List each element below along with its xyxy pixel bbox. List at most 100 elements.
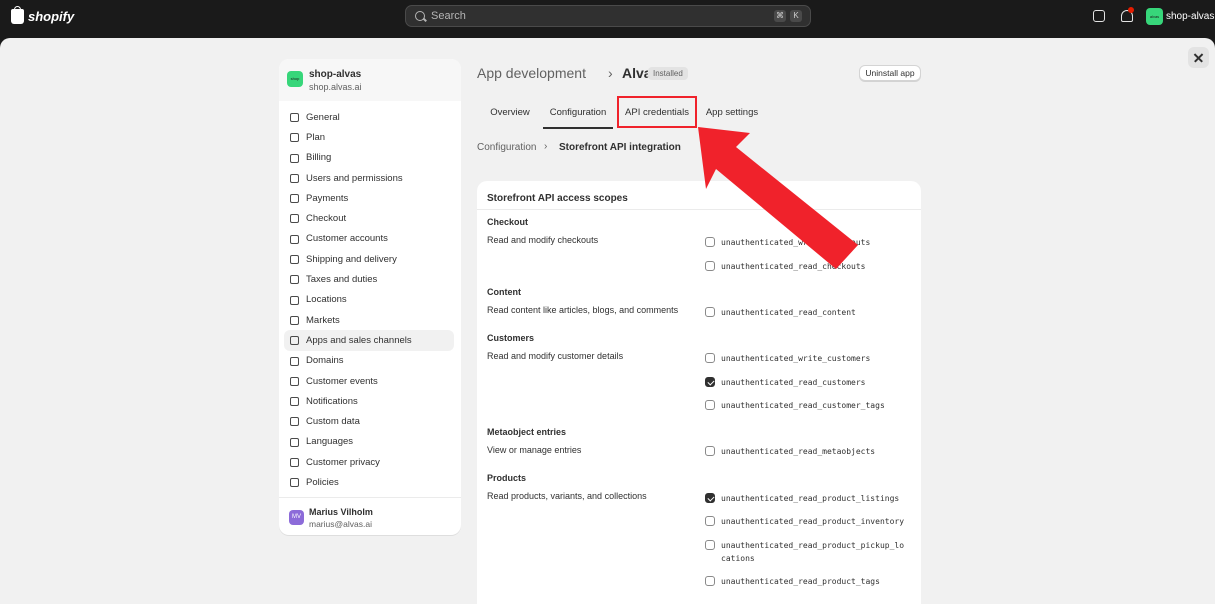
- sidebar-item-plan[interactable]: Plan: [284, 127, 454, 147]
- search-bar[interactable]: Search ⌘ K: [405, 5, 811, 27]
- apps-icon: [290, 336, 299, 346]
- gear-icon: [290, 113, 299, 122]
- section-title-checkout: Checkout: [487, 217, 529, 227]
- shop-domain: shop.alvas.ai: [309, 82, 362, 92]
- checkbox[interactable]: [705, 540, 715, 550]
- notification-badge: [1128, 7, 1134, 13]
- checkbox-checked[interactable]: [705, 493, 715, 503]
- checkbox[interactable]: [705, 516, 715, 526]
- checkbox[interactable]: [705, 307, 715, 317]
- sidebar-item-custom-data[interactable]: Custom data: [284, 411, 454, 431]
- sidebar-item-taxes[interactable]: Taxes and duties: [284, 269, 454, 289]
- sidebar-item-domains[interactable]: Domains: [284, 351, 454, 371]
- sidebar-item-shipping[interactable]: Shipping and delivery: [284, 249, 454, 269]
- sidebar-item-policies[interactable]: Policies: [284, 472, 454, 492]
- sidebar-item-locations[interactable]: Locations: [284, 290, 454, 310]
- scope-checkbox-row[interactable]: unauthenticated_read_customers: [705, 376, 911, 389]
- breadcrumb-separator: ›: [608, 65, 613, 81]
- sidebar-item-label: Billing: [306, 152, 332, 164]
- section-desc-metaobjects: View or manage entries: [487, 445, 582, 455]
- breadcrumb-app-development[interactable]: App development: [477, 65, 586, 81]
- store-name[interactable]: shop-alvas: [1166, 11, 1214, 22]
- scope-checkbox-row[interactable]: unauthenticated_read_product_listings: [705, 492, 911, 505]
- sidebar-item-label: Markets: [306, 314, 340, 326]
- shop-avatar: shop: [287, 71, 303, 87]
- bell-icon: [290, 397, 299, 407]
- scope-checkbox-row[interactable]: unauthenticated_read_product_tags: [705, 575, 911, 588]
- sidebar-item-users[interactable]: Users and permissions: [284, 168, 454, 188]
- sidebar-item-customer-events[interactable]: Customer events: [284, 371, 454, 391]
- breadcrumb-separator: ›: [544, 141, 548, 152]
- avatar: MV: [289, 510, 304, 525]
- shopify-logo[interactable]: shopify: [11, 6, 74, 25]
- shop-name: shop-alvas: [309, 69, 362, 80]
- scope-checkbox-row[interactable]: unauthenticated_write_customers: [705, 352, 911, 365]
- user-card[interactable]: MV Marius Vilholm marius@alvas.ai: [279, 497, 461, 535]
- section-desc-customers: Read and modify customer details: [487, 351, 624, 361]
- store-avatar[interactable]: alvas: [1146, 8, 1163, 25]
- sidebar-item-general[interactable]: General: [284, 107, 454, 127]
- sidebar-item-label: Notifications: [306, 395, 358, 407]
- shopping-bag-icon: [11, 6, 24, 24]
- scope-checkbox-row[interactable]: unauthenticated_read_product_inventory: [705, 515, 911, 528]
- breadcrumb-current: Storefront API integration: [559, 142, 681, 153]
- sidebar-item-label: Policies: [306, 476, 339, 488]
- sidebar-item-label: Plan: [306, 131, 326, 143]
- search-placeholder: Search: [431, 10, 466, 22]
- section-title-metaobjects: Metaobject entries: [487, 427, 567, 437]
- sidebar-item-label: General: [306, 111, 340, 123]
- checkbox[interactable]: [705, 446, 715, 456]
- status-badge: Installed: [648, 67, 688, 80]
- breadcrumb-configuration[interactable]: Configuration: [477, 142, 536, 153]
- sidebar-item-label: Payments: [306, 192, 349, 204]
- checkbox[interactable]: [705, 400, 715, 410]
- sidebar-item-label: Customer events: [306, 375, 378, 387]
- sidebar-item-payments[interactable]: Payments: [284, 188, 454, 208]
- highlight-box: [617, 96, 697, 128]
- sidebar-item-customer-accounts[interactable]: Customer accounts: [284, 229, 454, 249]
- sidebar-item-label: Custom data: [306, 416, 360, 428]
- checkbox[interactable]: [705, 576, 715, 586]
- scope-checkbox-row[interactable]: unauthenticated_read_metaobjects: [705, 445, 911, 458]
- section-title-customers: Customers: [487, 333, 535, 343]
- checkbox-checked[interactable]: [705, 377, 715, 387]
- sidebar-item-billing[interactable]: Billing: [284, 148, 454, 168]
- sidebar-item-languages[interactable]: Languages: [284, 432, 454, 452]
- database-icon: [290, 417, 299, 427]
- scope-checkbox-row[interactable]: unauthenticated_read_content: [705, 306, 911, 319]
- globe-icon: [290, 315, 299, 325]
- scope-checkbox-row[interactable]: unauthenticated_read_product_pickup_loca…: [705, 539, 906, 565]
- sidebar-item-customer-privacy[interactable]: Customer privacy: [284, 452, 454, 472]
- card-title: Storefront API access scopes: [487, 193, 628, 204]
- search-icon: [415, 11, 425, 21]
- receipt-icon: [290, 153, 299, 163]
- sidebar-item-label: Apps and sales channels: [306, 334, 412, 346]
- sidebar-item-markets[interactable]: Markets: [284, 310, 454, 330]
- red-arrow-icon: [698, 127, 858, 269]
- uninstall-app-button[interactable]: Uninstall app: [859, 65, 921, 81]
- language-icon: [290, 437, 299, 447]
- scope-label: unauthenticated_read_product_pickup_loca…: [721, 541, 905, 563]
- person-icon: [290, 234, 299, 244]
- inbox-icon[interactable]: [1093, 10, 1105, 22]
- close-button[interactable]: [1188, 47, 1209, 68]
- scope-label: unauthenticated_read_customer_tags: [721, 401, 885, 410]
- checkbox[interactable]: [705, 353, 715, 363]
- location-pin-icon: [290, 295, 299, 305]
- shop-card[interactable]: shop shop-alvas shop.alvas.ai: [279, 59, 461, 101]
- sidebar-item-checkout[interactable]: Checkout: [284, 208, 454, 228]
- tab-configuration[interactable]: Configuration: [543, 99, 613, 129]
- section-desc-checkout: Read and modify checkouts: [487, 235, 599, 245]
- scope-checkbox-row[interactable]: unauthenticated_read_customer_tags: [705, 399, 911, 412]
- sidebar-item-notifications[interactable]: Notifications: [284, 391, 454, 411]
- sidebar-item-label: Languages: [306, 436, 354, 448]
- tab-overview[interactable]: Overview: [477, 99, 543, 129]
- scope-label: unauthenticated_read_content: [721, 308, 856, 317]
- settings-sidebar: shop shop-alvas shop.alvas.ai General Pl…: [279, 59, 461, 535]
- section-desc-content: Read content like articles, blogs, and c…: [487, 305, 679, 315]
- section-title-products: Products: [487, 473, 527, 483]
- sidebar-item-apps[interactable]: Apps and sales channels: [284, 330, 454, 351]
- scope-label: unauthenticated_read_product_listings: [721, 494, 900, 503]
- user-name: Marius Vilholm: [309, 507, 373, 517]
- truck-icon: [290, 255, 299, 265]
